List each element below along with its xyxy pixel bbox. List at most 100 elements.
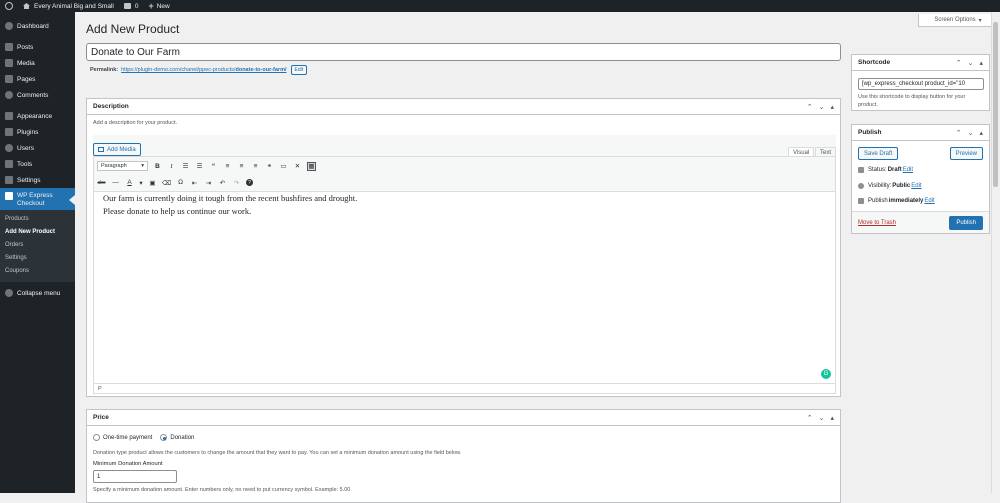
menu-comments[interactable]: Comments: [0, 87, 75, 103]
menu-dashboard[interactable]: Dashboard: [0, 18, 75, 34]
format-value: Paragraph: [101, 163, 127, 169]
menu-tools[interactable]: Tools: [0, 156, 75, 172]
bold-icon[interactable]: B: [153, 162, 162, 171]
price-type-options: One-time payment Donation: [93, 434, 194, 441]
horizontal-line-icon[interactable]: —: [111, 178, 120, 187]
italic-icon[interactable]: I: [167, 162, 176, 171]
special-character-icon[interactable]: Ω: [176, 178, 185, 187]
format-select[interactable]: Paragraph ▾: [97, 161, 148, 171]
submenu: Products Add New Product Orders Settings…: [0, 210, 75, 282]
editor-content[interactable]: Our farm is currently doing it tough fro…: [93, 192, 836, 384]
outdent-icon[interactable]: ⇤: [190, 178, 199, 187]
move-up-icon[interactable]: ⌃: [956, 129, 962, 137]
fullscreen-icon[interactable]: ✕: [293, 162, 302, 171]
menu-label: Pages: [17, 75, 36, 83]
move-down-icon[interactable]: ⌄: [819, 414, 825, 422]
move-up-icon[interactable]: ⌃: [807, 414, 813, 422]
wordpress-icon: [5, 2, 13, 10]
preview-button[interactable]: Preview: [949, 147, 983, 160]
menu-posts[interactable]: Posts: [0, 39, 75, 55]
comments-link[interactable]: 0: [119, 0, 144, 12]
move-up-icon[interactable]: ⌃: [807, 103, 813, 111]
caret-down-icon[interactable]: ▾: [139, 178, 143, 187]
collapse-icon: [5, 289, 13, 297]
permalink-edit-button[interactable]: Edit: [290, 65, 308, 75]
submenu-settings[interactable]: Settings: [0, 252, 75, 265]
toggle-icon[interactable]: ▴: [830, 103, 834, 111]
toggle-icon[interactable]: ▴: [830, 414, 834, 422]
submenu-products[interactable]: Products: [0, 213, 75, 226]
radio-donation[interactable]: [160, 434, 168, 441]
more-tag-icon[interactable]: ▭: [279, 162, 288, 171]
description-heading: Description: [93, 103, 129, 110]
menu-label: Dashboard: [17, 22, 49, 30]
undo-icon[interactable]: ↶: [218, 178, 227, 187]
bullet-list-icon[interactable]: ☰: [181, 162, 190, 171]
scrollbar-thumb[interactable]: [993, 22, 998, 187]
min-donation-input[interactable]: 1: [93, 470, 177, 483]
indent-icon[interactable]: ⇥: [204, 178, 213, 187]
status-edit-link[interactable]: Edit: [903, 167, 913, 173]
menu-label: Plugins: [17, 128, 39, 136]
toggle-icon[interactable]: ▴: [979, 59, 983, 67]
align-left-icon[interactable]: ≡: [223, 162, 232, 171]
move-to-trash-link[interactable]: Move to Trash: [858, 220, 896, 226]
numbered-list-icon[interactable]: ☰: [195, 162, 204, 171]
menu-users[interactable]: Users: [0, 140, 75, 156]
collapse-menu[interactable]: Collapse menu: [0, 285, 75, 301]
menu-appearance[interactable]: Appearance: [0, 108, 75, 124]
strikethrough-icon[interactable]: abc: [97, 178, 106, 187]
menu-label: Settings: [17, 176, 41, 184]
publish-button[interactable]: Publish: [949, 216, 983, 230]
schedule-edit-link[interactable]: Edit: [924, 198, 934, 204]
blockquote-icon[interactable]: “: [209, 162, 218, 171]
submenu-add-new-product[interactable]: Add New Product: [0, 226, 75, 239]
home-icon: [23, 3, 30, 9]
site-name-link[interactable]: Every Animal Big and Small: [18, 0, 119, 12]
menu-settings[interactable]: Settings: [0, 172, 75, 188]
text-color-icon[interactable]: A: [125, 178, 134, 187]
menu-label: WP Express Checkout: [17, 192, 53, 207]
screen-options-button[interactable]: Screen Options ▾: [918, 14, 998, 27]
wrench-icon: [5, 160, 13, 168]
pin-icon: [858, 167, 864, 173]
clear-formatting-icon[interactable]: ⌫: [162, 178, 171, 187]
comment-icon: [5, 91, 13, 99]
grammarly-icon[interactable]: G: [821, 369, 831, 379]
add-media-button[interactable]: Add Media: [93, 143, 141, 156]
calendar-icon: [858, 198, 864, 204]
link-icon[interactable]: ⚭: [265, 162, 274, 171]
submenu-orders[interactable]: Orders: [0, 239, 75, 252]
submenu-coupons[interactable]: Coupons: [0, 265, 75, 278]
price-box: Price ⌃ ⌄ ▴ One-time payment Donation Dona…: [86, 409, 841, 503]
menu-pages[interactable]: Pages: [0, 71, 75, 87]
toggle-icon[interactable]: ▴: [979, 129, 983, 137]
paste-text-icon[interactable]: ▣: [148, 178, 157, 187]
align-right-icon[interactable]: ≡: [251, 162, 260, 171]
status-label: Status:: [868, 167, 887, 173]
menu-media[interactable]: Media: [0, 55, 75, 71]
move-down-icon[interactable]: ⌄: [968, 59, 974, 67]
product-title-input[interactable]: [86, 43, 841, 61]
shortcode-input[interactable]: [wp_express_checkout product_id="10: [858, 78, 984, 90]
permalink-link[interactable]: https://plugin-demo.com/chanel/ppec-prod…: [121, 67, 286, 73]
move-down-icon[interactable]: ⌄: [968, 129, 974, 137]
toolbar-toggle-icon[interactable]: ▦: [307, 161, 316, 171]
redo-icon[interactable]: ↷: [232, 178, 241, 187]
wordpress-logo[interactable]: [0, 0, 18, 12]
visibility-edit-link[interactable]: Edit: [911, 183, 921, 189]
help-icon[interactable]: ?: [246, 179, 253, 186]
pin-icon: [5, 43, 13, 51]
align-center-icon[interactable]: ≡: [237, 162, 246, 171]
move-up-icon[interactable]: ⌃: [956, 59, 962, 67]
publish-heading: Publish: [858, 129, 882, 136]
new-content-link[interactable]: + New: [143, 0, 174, 12]
menu-plugins[interactable]: Plugins: [0, 124, 75, 140]
save-draft-button[interactable]: Save Draft: [858, 147, 899, 160]
move-down-icon[interactable]: ⌄: [819, 103, 825, 111]
settings-icon: [5, 176, 13, 184]
radio-one-time[interactable]: [93, 434, 100, 441]
schedule-value: immediately: [888, 198, 924, 204]
menu-wp-express-checkout[interactable]: WP Express Checkout: [0, 188, 75, 210]
comment-icon: [123, 3, 131, 9]
